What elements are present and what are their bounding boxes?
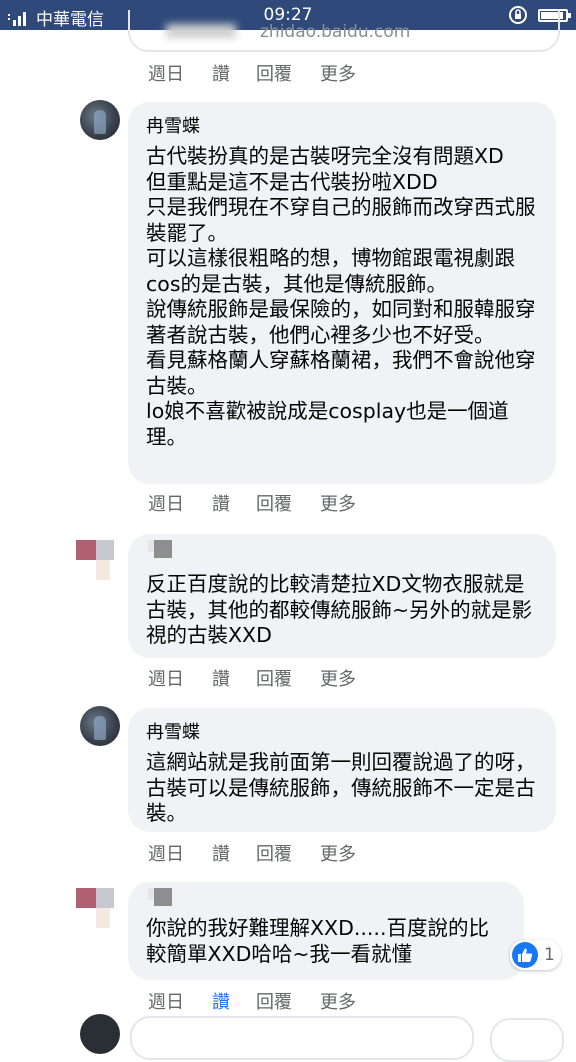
avatar[interactable] (76, 540, 96, 560)
pixelated-author-name[interactable] (154, 888, 172, 906)
more-button[interactable]: 更多 (320, 490, 356, 516)
comment-bubble (490, 1018, 564, 1062)
reply-button[interactable]: 回覆 (256, 490, 320, 516)
comment-author[interactable]: 冉雪蝶 (146, 718, 538, 744)
reaction-count: 1 (544, 945, 555, 965)
timestamp: 週日 (148, 669, 184, 690)
comment-text: 反正百度說的比較清楚拉XD文物衣服就是古裝，其他的都較傳統服飾~另外的就是影視的… (146, 572, 533, 647)
more-button[interactable]: 更多 (320, 988, 356, 1014)
comment-text: 你說的我好難理解XXD.....百度說的比較簡單XXD哈哈~我一看就懂 (146, 916, 489, 966)
more-button[interactable]: 更多 (320, 840, 356, 866)
reaction-badge[interactable]: 1 (510, 940, 561, 970)
link-preview-card[interactable]: zhidao.baidu.com (128, 10, 560, 52)
comment-bubble: 冉雪蝶 古代裝扮真的是古裝呀完全沒有問題XD 但重點是這不是古代裝扮啦XDD 只… (128, 102, 556, 484)
reply-button[interactable]: 回覆 (256, 840, 320, 866)
avatar[interactable] (76, 888, 96, 908)
avatar[interactable] (80, 100, 120, 140)
reply-button[interactable]: 回覆 (256, 988, 320, 1014)
comment-bubble: 你說的我好難理解XXD.....百度說的比較簡單XXD哈哈~我一看就懂 (128, 882, 524, 980)
like-button[interactable]: 讚 (212, 840, 256, 866)
link-url: zhidao.baidu.com (260, 22, 411, 42)
blurred-title (166, 24, 236, 38)
timestamp: 週日 (148, 992, 184, 1013)
timestamp: 週日 (148, 494, 184, 515)
avatar[interactable] (80, 1014, 120, 1054)
comment-actions: 週日 讚 回覆 更多 (148, 60, 356, 86)
comment-actions: 週日 讚 回覆 更多 (148, 490, 356, 516)
reply-button[interactable]: 回覆 (256, 665, 320, 691)
timestamp: 週日 (148, 64, 184, 85)
comment-author[interactable]: 冉雪蝶 (146, 112, 538, 138)
more-button[interactable]: 更多 (320, 665, 356, 691)
like-button[interactable]: 讚 (212, 60, 256, 86)
comment-actions: 週日 讚 回覆 更多 (148, 988, 356, 1014)
more-button[interactable]: 更多 (320, 60, 356, 86)
comment-text: 這網站就是我前面第一則回覆說過了的呀，古裝可以是傳統服飾，傳統服飾不一定是古裝。 (146, 750, 536, 825)
comment-bubble: 反正百度說的比較清楚拉XD文物衣服就是古裝，其他的都較傳統服飾~另外的就是影視的… (128, 534, 556, 658)
like-button[interactable]: 讚 (212, 665, 256, 691)
thumbs-up-icon (512, 942, 538, 968)
like-button[interactable]: 讚 (212, 490, 256, 516)
pixelated-author-name[interactable] (154, 540, 172, 558)
like-button-active[interactable]: 讚 (212, 988, 256, 1014)
timestamp: 週日 (148, 844, 184, 865)
comment-text: 古代裝扮真的是古裝呀完全沒有問題XD 但重點是這不是古代裝扮啦XDD 只是我們現… (146, 144, 536, 449)
reply-button[interactable]: 回覆 (256, 60, 320, 86)
avatar[interactable] (80, 706, 120, 746)
comment-actions: 週日 讚 回覆 更多 (148, 665, 356, 691)
comment-bubble: 冉雪蝶 這網站就是我前面第一則回覆說過了的呀，古裝可以是傳統服飾，傳統服飾不一定… (128, 708, 556, 832)
comment-bubble (130, 1016, 474, 1060)
comment-actions: 週日 讚 回覆 更多 (148, 840, 356, 866)
